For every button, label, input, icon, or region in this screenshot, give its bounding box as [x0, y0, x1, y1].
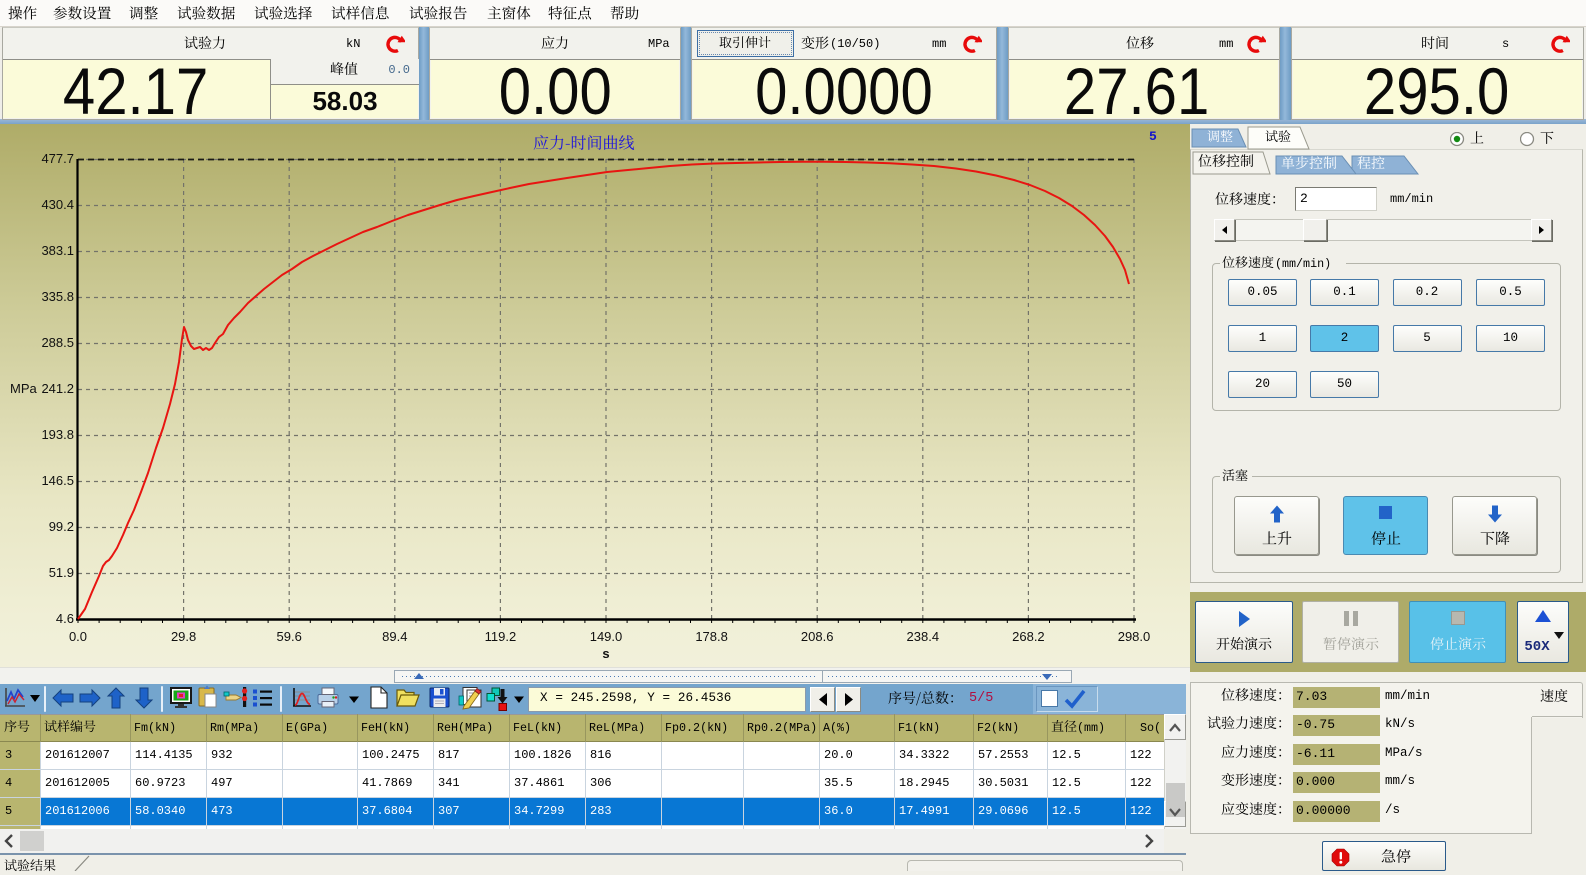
svg-text:MPa: MPa [10, 381, 38, 396]
svg-text:0.0: 0.0 [69, 629, 87, 644]
svg-text:430.4: 430.4 [41, 197, 74, 212]
svg-text:89.4: 89.4 [382, 629, 407, 644]
svg-text:241.2: 241.2 [41, 381, 74, 396]
svg-text:268.2: 268.2 [1012, 629, 1045, 644]
svg-text:335.8: 335.8 [41, 289, 74, 304]
svg-text:4.6: 4.6 [56, 611, 74, 626]
svg-text:146.5: 146.5 [41, 473, 74, 488]
svg-text:238.4: 238.4 [907, 629, 940, 644]
svg-text:288.5: 288.5 [41, 335, 74, 350]
svg-text:298.0: 298.0 [1118, 629, 1151, 644]
svg-text:99.2: 99.2 [49, 519, 74, 534]
svg-text:s: s [602, 646, 609, 661]
svg-text:29.8: 29.8 [171, 629, 196, 644]
svg-text:383.1: 383.1 [41, 243, 74, 258]
svg-text:51.9: 51.9 [49, 565, 74, 580]
svg-text:149.0: 149.0 [590, 629, 623, 644]
svg-text:193.8: 193.8 [41, 427, 74, 442]
svg-text:119.2: 119.2 [485, 629, 517, 644]
svg-text:477.7: 477.7 [41, 151, 74, 166]
svg-text:59.6: 59.6 [277, 629, 302, 644]
svg-text:178.8: 178.8 [695, 629, 728, 644]
svg-text:208.6: 208.6 [801, 629, 834, 644]
